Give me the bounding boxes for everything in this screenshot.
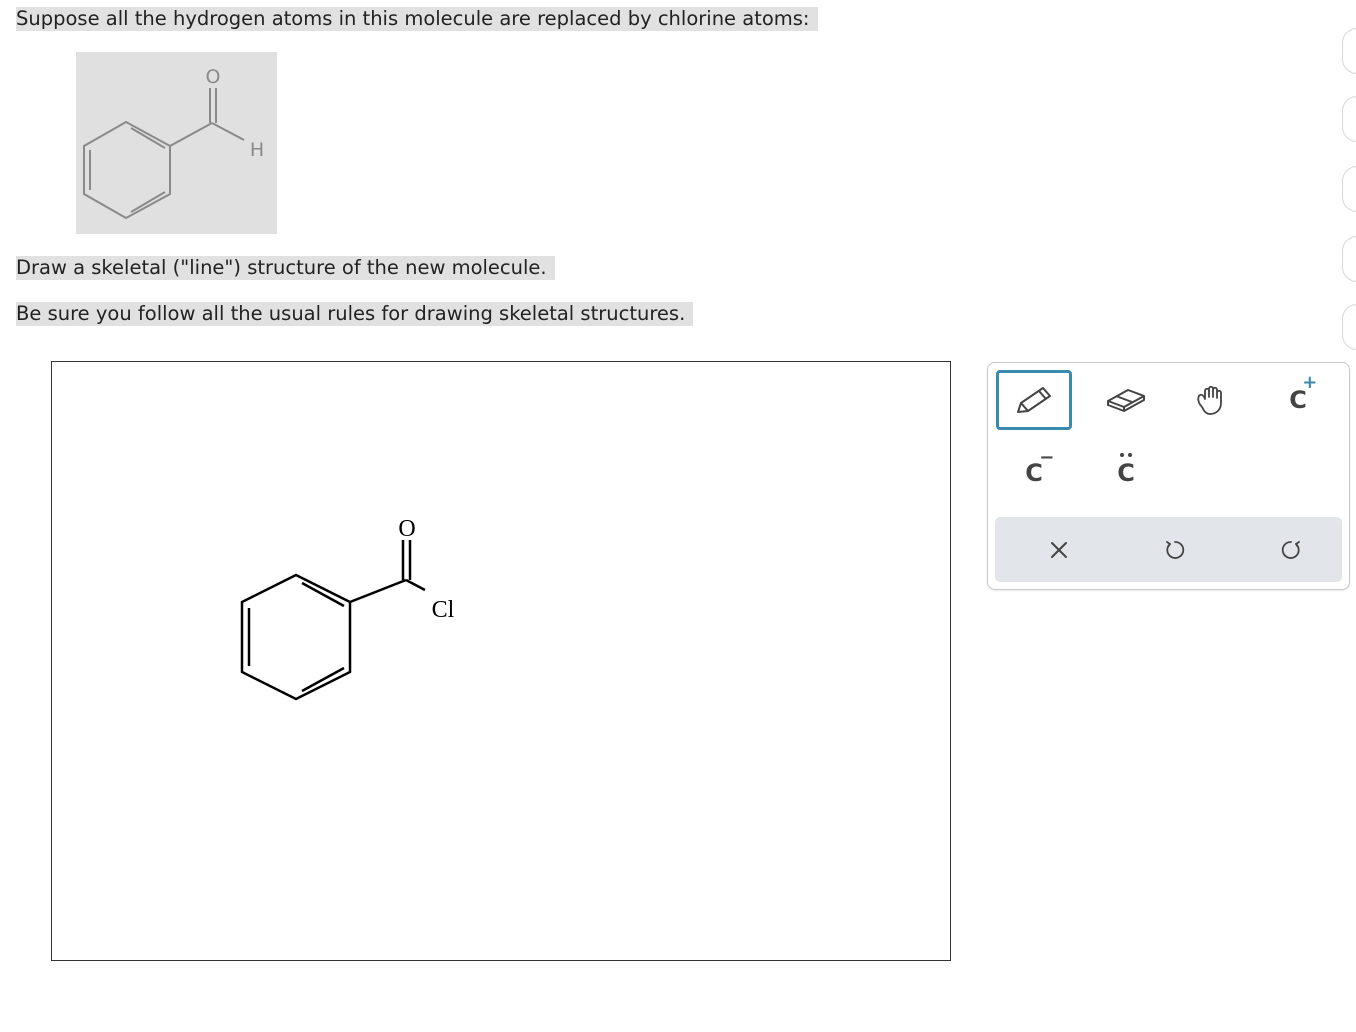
oxygen-atom-label[interactable]: O: [398, 516, 415, 542]
given-oxygen-label: O: [206, 66, 221, 88]
benzaldehyde-structure: O H: [83, 66, 264, 220]
redo-icon: [1281, 540, 1300, 559]
side-control-5[interactable]: [1342, 304, 1356, 350]
lone-pair-icon: C: [1117, 453, 1135, 487]
carbanion-icon: C −: [1025, 447, 1054, 487]
eraser-icon: [1107, 389, 1145, 412]
given-hydrogen-label: H: [250, 139, 264, 161]
side-control-3[interactable]: [1342, 166, 1356, 212]
action-bar: [995, 517, 1342, 582]
side-control-2[interactable]: [1342, 96, 1356, 142]
undo-icon: [1166, 540, 1185, 559]
eraser-tool[interactable]: [1088, 370, 1164, 430]
chlorine-atom-label[interactable]: Cl: [432, 597, 455, 623]
clear-icon: [1051, 541, 1067, 558]
question-prompt: Suppose all the hydrogen atoms in this m…: [16, 7, 818, 31]
hand-icon: [1197, 385, 1222, 415]
plus-sign: +: [1302, 372, 1318, 393]
lone-pair-letter: C: [1117, 459, 1135, 487]
drawn-structure: O Cl: [240, 516, 455, 701]
pencil-tool[interactable]: [996, 370, 1072, 430]
minus-sign: −: [1039, 447, 1055, 468]
rules-note: Be sure you follow all the usual rules f…: [16, 302, 694, 326]
hand-tool[interactable]: [1174, 370, 1250, 430]
lone-pair-tool[interactable]: C: [1088, 443, 1164, 503]
redo-button[interactable]: [1261, 517, 1321, 582]
carbanion-tool[interactable]: C −: [996, 443, 1072, 503]
instruction-text: Draw a skeletal ("line") structure of th…: [16, 256, 555, 280]
pencil-icon: [1017, 387, 1051, 413]
lone-pair-dots: [1120, 453, 1125, 457]
carbocation-icon: C +: [1289, 372, 1317, 414]
given-molecule-image: O H: [76, 52, 277, 234]
drawing-toolbar: C + C − C: [987, 362, 1350, 590]
undo-button[interactable]: [1145, 517, 1205, 582]
clear-button[interactable]: [1029, 517, 1089, 582]
side-control-4[interactable]: [1342, 236, 1356, 282]
side-control-1[interactable]: [1342, 28, 1356, 74]
drawing-canvas[interactable]: O Cl: [51, 361, 951, 961]
carbocation-tool[interactable]: C +: [1260, 370, 1336, 430]
